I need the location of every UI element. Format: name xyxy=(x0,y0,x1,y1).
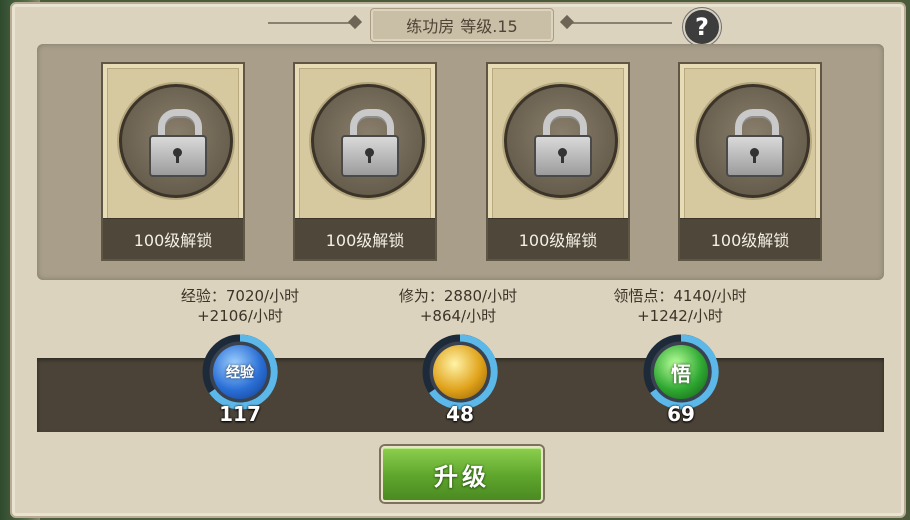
insight-rate-base: 领悟点：4140/小时 xyxy=(613,287,747,305)
lock-icon-body xyxy=(534,135,592,177)
insight-rate-bonus: +1242/小时 xyxy=(637,307,723,325)
slot-portrait-frame xyxy=(119,84,233,198)
lock-icon-body xyxy=(726,135,784,177)
question-mark-icon: ? xyxy=(695,13,709,41)
slot-portrait-frame xyxy=(504,84,618,198)
cultivation-orb[interactable] xyxy=(419,331,501,413)
exp-orb[interactable]: 经验 xyxy=(199,331,281,413)
training-slot-4[interactable]: 100级解锁 xyxy=(678,62,822,261)
slot-unlock-label: 100级解锁 xyxy=(295,218,435,259)
insight-orb-value: 69 xyxy=(667,402,695,426)
cultivation-orb-value: 48 xyxy=(446,402,474,426)
slot-unlock-label: 100级解锁 xyxy=(103,218,243,259)
insight-rate: 领悟点：4140/小时 +1242/小时 xyxy=(570,286,790,326)
insight-orb-icon: 悟 xyxy=(654,345,708,399)
slot-portrait-frame xyxy=(311,84,425,198)
lock-icon-body xyxy=(149,135,207,177)
training-slot-2[interactable]: 100级解锁 xyxy=(293,62,437,261)
cultivation-rate: 修为：2880/小时 +864/小时 xyxy=(348,286,568,326)
cultivation-orb-icon xyxy=(433,345,487,399)
lock-icon-body xyxy=(341,135,399,177)
exp-rate-base: 经验：7020/小时 xyxy=(180,287,300,305)
page-title: 练功房 xyxy=(406,17,455,36)
slot-portrait-frame xyxy=(696,84,810,198)
header-divider-right xyxy=(572,22,672,24)
training-slot-3[interactable]: 100级解锁 xyxy=(486,62,630,261)
exp-rate: 经验：7020/小时 +2106/小时 xyxy=(130,286,350,326)
help-button[interactable]: ? xyxy=(683,8,721,46)
cultivation-rate-base: 修为：2880/小时 xyxy=(398,287,518,305)
insight-orb[interactable]: 悟 xyxy=(640,331,722,413)
slot-unlock-label: 100级解锁 xyxy=(680,218,820,259)
exp-rate-bonus: +2106/小时 xyxy=(197,307,283,325)
exp-orb-icon: 经验 xyxy=(213,345,267,399)
title-plaque: 练功房 等级.15 xyxy=(370,8,554,42)
header-divider-left xyxy=(268,22,360,24)
upgrade-button[interactable]: 升级 xyxy=(381,446,543,502)
slot-unlock-label: 100级解锁 xyxy=(488,218,628,259)
cultivation-rate-bonus: +864/小时 xyxy=(419,307,497,325)
room-level: 等级.15 xyxy=(460,17,518,36)
exp-orb-value: 117 xyxy=(219,402,261,426)
training-slot-1[interactable]: 100级解锁 xyxy=(101,62,245,261)
